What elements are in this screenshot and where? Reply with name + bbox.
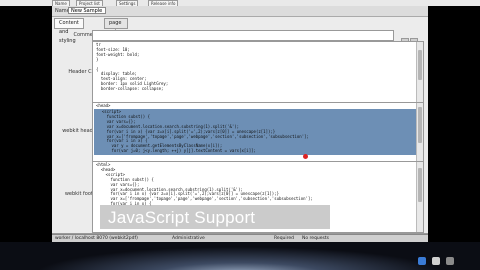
dock-app-icon[interactable] <box>418 257 426 265</box>
text-selection: <script> function subst() { var vars={};… <box>94 109 422 155</box>
webkit-header-editor[interactable]: <head> <script> function subst() { var v… <box>92 102 424 162</box>
desktop-dock <box>0 242 480 270</box>
header-css-editor[interactable]: tr font-size: 10; font-weight: bold; } {… <box>92 41 424 103</box>
scroll-thumb[interactable] <box>418 107 422 143</box>
mouse-cursor-icon <box>303 154 308 159</box>
video-caption: JavaScript Support <box>100 205 330 229</box>
name-input[interactable]: New Sample <box>68 7 106 14</box>
dock-trash-icon[interactable] <box>446 257 454 265</box>
webkit-header-row: webkit header <head> <script> function s… <box>52 102 428 162</box>
header-css-scrollbar[interactable] <box>416 42 423 102</box>
selected-code: <script> function subst() { var vars={};… <box>101 109 309 154</box>
webkit-header-scrollbar[interactable] <box>416 103 423 161</box>
name-bar: Name New Sample <box>52 6 428 17</box>
header-css-text: tr font-size: 10; font-weight: bold; } {… <box>96 42 169 92</box>
webkit-footer-scrollbar[interactable] <box>416 162 423 232</box>
webkit-footer-text: <html> <head> <script> function subst() … <box>96 162 313 207</box>
scroll-thumb[interactable] <box>418 168 422 202</box>
tab-content-and-styling[interactable]: Content and styling <box>54 18 84 44</box>
comment-value <box>93 31 393 33</box>
comment-row: Comment <box>52 30 428 46</box>
caption-text: JavaScript Support <box>108 208 256 227</box>
dock-folder-icon[interactable] <box>432 257 440 265</box>
header-css-row: Header CSS tr font-size: 10; font-weight… <box>52 41 428 103</box>
tab-page-setup[interactable]: page setup <box>104 18 128 35</box>
scroll-thumb[interactable] <box>418 50 422 80</box>
comment-field[interactable] <box>92 30 394 41</box>
